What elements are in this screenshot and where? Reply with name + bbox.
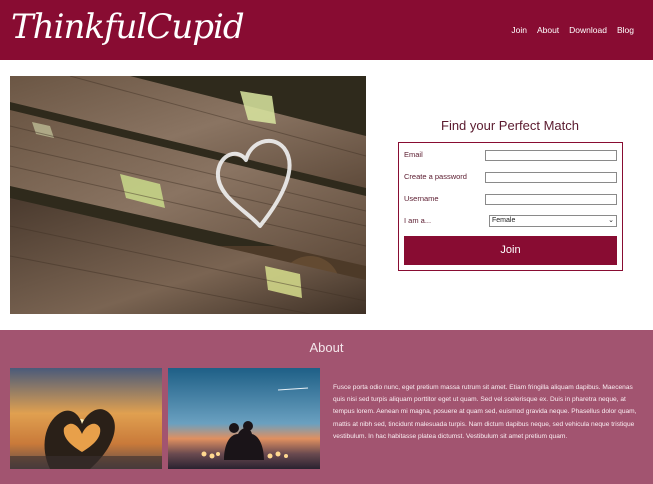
username-field[interactable] <box>485 194 617 205</box>
email-label: Email <box>404 150 423 159</box>
about-section: About Fusce porta odio nunc, eget pretiu… <box>0 330 653 484</box>
username-label: Username <box>404 194 439 203</box>
password-row: Create a password <box>404 171 618 185</box>
join-button[interactable]: Join <box>404 236 617 265</box>
hero-image <box>10 76 366 314</box>
about-image-heart-hands <box>10 368 162 469</box>
site-logo[interactable]: ThinkfulCupid <box>11 6 245 48</box>
about-image-couple-sunset <box>168 368 320 469</box>
gender-row: I am a... Female ⌄ <box>404 215 618 229</box>
couple-sunset-illustration <box>168 368 320 469</box>
password-label: Create a password <box>404 172 467 181</box>
site-header: ThinkfulCupid Join About Download Blog <box>0 0 653 60</box>
signup-form: Email Create a password Username I am a.… <box>398 142 623 271</box>
chevron-down-icon: ⌄ <box>608 217 614 224</box>
heart-hands-illustration <box>10 368 162 469</box>
about-title: About <box>309 340 344 355</box>
nav-blog-link[interactable]: Blog <box>617 24 634 36</box>
nav-download-link[interactable]: Download <box>569 24 607 36</box>
gender-select-value: Female <box>492 217 516 224</box>
gender-label: I am a... <box>404 216 432 225</box>
email-row: Email <box>404 149 618 163</box>
gender-select[interactable]: Female ⌄ <box>489 215 617 227</box>
main-nav: Join About Download Blog <box>511 24 634 36</box>
signup-title: Find your Perfect Match <box>441 118 579 133</box>
password-field[interactable] <box>485 172 617 183</box>
email-field[interactable] <box>485 150 617 161</box>
nav-join-link[interactable]: Join <box>511 24 527 36</box>
hero-photo-illustration <box>10 76 366 314</box>
nav-about-link[interactable]: About <box>537 24 559 36</box>
username-row: Username <box>404 193 618 207</box>
about-description: Fusce porta odio nunc, eget pretium mass… <box>333 384 637 440</box>
